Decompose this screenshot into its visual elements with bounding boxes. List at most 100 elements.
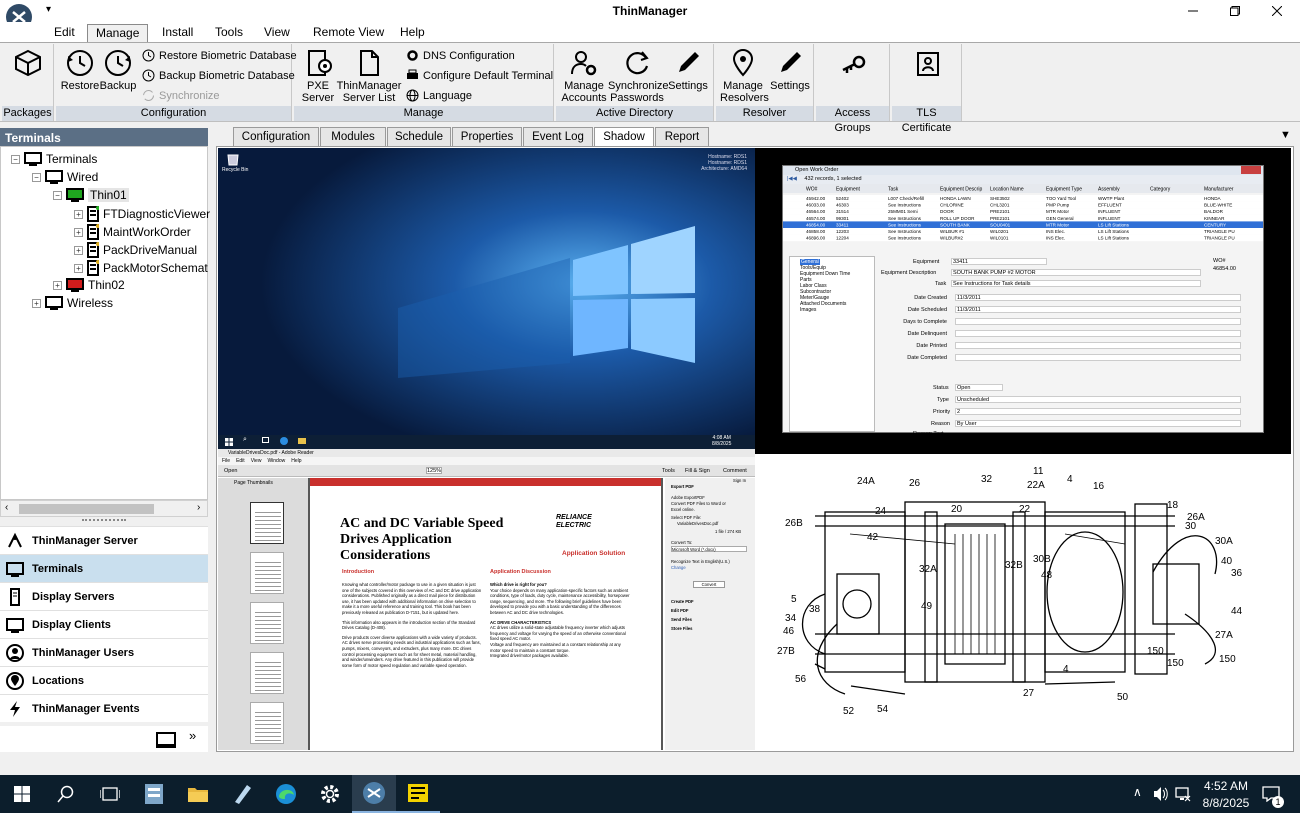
grid-column-header[interactable]: Manufacturer [1204, 187, 1234, 193]
reason-field[interactable]: By User [955, 420, 1241, 427]
page-thumbnail[interactable] [250, 652, 284, 694]
taskbar-app-notepad[interactable] [220, 775, 264, 813]
shadow-screen-schematic[interactable]: 24A 26 32 22A 11 4 16 18 26A 30 30A 26B 24 20 22 42 40 36… [755, 454, 1291, 750]
restore-button[interactable]: Restore [60, 48, 100, 92]
ad-settings-button[interactable]: Settings [666, 48, 710, 92]
store-files-section[interactable]: Store Files [671, 626, 692, 632]
search-button[interactable] [44, 775, 88, 813]
expand-icon[interactable]: + [74, 209, 83, 219]
expand-icon[interactable]: + [74, 263, 83, 273]
grid-row[interactable] [783, 201, 1263, 209]
scroll-left-icon[interactable]: ‹ [5, 502, 8, 513]
resolver-settings-button[interactable]: Settings [768, 48, 812, 92]
menu-view[interactable]: View [264, 25, 290, 39]
edit-pdf-section[interactable]: Edit PDF [671, 608, 688, 614]
scroll-right-icon[interactable]: › [197, 502, 200, 513]
remote-explorer-icon[interactable] [298, 438, 306, 444]
tab-modules[interactable]: Modules [320, 127, 386, 146]
tree-node-app-4[interactable]: + PackMotorSchemat [74, 260, 208, 276]
grid-column-header[interactable]: Category [1150, 187, 1171, 193]
page-thumbnail[interactable] [250, 552, 284, 594]
grid-row[interactable] [783, 195, 1263, 202]
desc-field[interactable]: SOUTH BANK PUMP #2 MOTOR [951, 269, 1201, 276]
synchronize-passwords-button[interactable]: Synchronize Passwords [608, 48, 669, 104]
sign-in-link[interactable]: Sign In [733, 478, 746, 484]
pdf-zoom-field[interactable]: 125% [426, 467, 442, 474]
manage-accounts-button[interactable]: Manage Accounts [560, 48, 608, 104]
grid-column-header[interactable]: Task [888, 187, 899, 193]
workorder-close-icon[interactable] [1241, 166, 1261, 174]
pdf-comment-tab[interactable]: Comment [723, 465, 747, 477]
pdf-menu-item[interactable]: Window [267, 457, 285, 465]
date-field-value[interactable]: 11/3/2011 [955, 294, 1241, 301]
date-field-value[interactable]: 11/3/2011 [955, 306, 1241, 313]
taskbar-time[interactable]: 4:52 AM [1196, 779, 1256, 793]
tree-node-app-1[interactable]: + FTDiagnosticViewer [74, 206, 210, 222]
nav-display-clients[interactable]: Display Clients [0, 610, 208, 638]
tree-node-wired[interactable]: − Wired [32, 170, 98, 184]
create-pdf-section[interactable]: Create PDF [671, 599, 694, 605]
tab-shadow[interactable]: Shadow [594, 127, 654, 147]
status-select[interactable]: Open [955, 384, 1003, 391]
configure-default-terminal-button[interactable]: Configure Default Terminal [406, 69, 553, 82]
type-field[interactable]: Unscheduled [955, 396, 1241, 403]
collapse-icon[interactable]: − [11, 154, 20, 164]
tree-node-thin01[interactable]: − Thin01 [53, 188, 129, 202]
pdf-menu-item[interactable]: Edit [236, 457, 245, 465]
packages-button[interactable] [12, 48, 44, 80]
date-field-value[interactable] [955, 318, 1241, 325]
terminals-tree[interactable]: − Terminals − Wired − Thin01 + FTDiagnos… [0, 146, 210, 500]
nav-thinmanager-users[interactable]: ThinManager Users [0, 638, 208, 666]
date-field-value[interactable] [955, 342, 1241, 349]
remote-taskview-icon[interactable] [262, 437, 269, 443]
nav-locations[interactable]: Locations [0, 666, 208, 694]
grid-row[interactable] [783, 208, 1263, 215]
collapse-icon[interactable]: − [32, 172, 41, 182]
grid-column-header[interactable]: Equipment [836, 187, 861, 193]
network-icon[interactable] [1175, 786, 1191, 802]
tab-report[interactable]: Report [655, 127, 709, 146]
panel-splitter[interactable] [0, 517, 208, 525]
workorder-menu-item[interactable]: Images [800, 307, 816, 313]
expand-icon[interactable]: + [74, 227, 83, 237]
pxe-server-button[interactable]: PXE Server [298, 48, 338, 104]
convert-to-select[interactable]: Microsoft Word (*.docx) [671, 546, 747, 552]
grid-column-header[interactable]: Location Name [990, 187, 1024, 193]
tree-horizontal-scrollbar[interactable]: ‹ › [0, 500, 208, 517]
scrollbar-thumb[interactable] [19, 504, 154, 514]
date-field-value[interactable] [955, 330, 1241, 337]
shadow-screen-desktop[interactable]: Recycle Bin Hostname: RDS1 Hostname: RDS… [218, 148, 755, 449]
menu-remote-view[interactable]: Remote View [313, 25, 384, 39]
tab-schedule[interactable]: Schedule [387, 127, 451, 146]
taskbar-app-server-manager[interactable] [132, 775, 176, 813]
expand-icon[interactable]: + [53, 280, 62, 290]
pdf-menu-item[interactable]: View [251, 457, 262, 465]
nav-display-servers[interactable]: Display Servers [0, 582, 208, 610]
expand-icon[interactable]: + [74, 245, 83, 255]
maximize-icon[interactable] [1212, 0, 1258, 22]
menu-tools[interactable]: Tools [215, 25, 243, 39]
tab-event-log[interactable]: Event Log [523, 127, 593, 146]
grid-row[interactable] [783, 234, 1263, 242]
page-thumbnail[interactable] [250, 502, 284, 544]
backup-biometric-button[interactable]: Backup Biometric Database [142, 69, 295, 82]
pdf-tools-tab[interactable]: Tools [662, 465, 675, 477]
manage-resolvers-button[interactable]: Manage Resolvers [720, 48, 769, 104]
tree-node-terminals[interactable]: − Terminals [11, 152, 97, 166]
taskbar-app-edge[interactable] [264, 775, 308, 813]
grid-row[interactable] [783, 221, 1263, 228]
tree-node-wireless[interactable]: + Wireless [32, 296, 113, 310]
menu-help[interactable]: Help [400, 25, 425, 39]
synchronize-button[interactable]: Synchronize [142, 89, 220, 102]
task-field[interactable]: See Instructions for Task details [951, 280, 1201, 287]
access-groups-button[interactable] [836, 50, 870, 82]
volume-icon[interactable] [1153, 786, 1169, 802]
pdf-menu-item[interactable]: File [222, 457, 230, 465]
shadow-screen-workorder[interactable]: Open Work Order |◀◀ 432 records, 1 selec… [755, 148, 1291, 454]
tab-properties[interactable]: Properties [452, 127, 522, 146]
language-button[interactable]: Language [406, 89, 472, 102]
grid-row[interactable] [783, 228, 1263, 235]
taskbar-app-factorytalk[interactable] [396, 775, 440, 813]
nav-options-icon[interactable] [156, 731, 176, 749]
menu-install[interactable]: Install [162, 25, 193, 39]
